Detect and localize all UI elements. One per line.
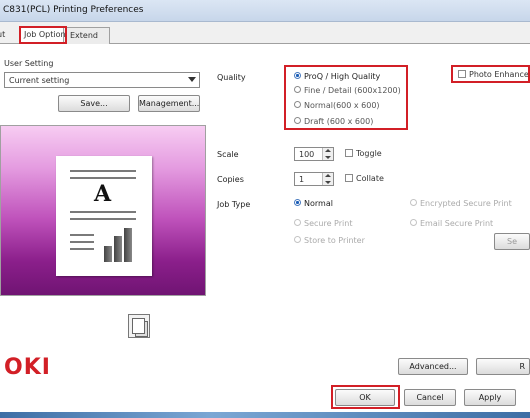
quality-option-draft-label: Draft (600 x 600) [304, 117, 374, 126]
spinner-arrows-icon[interactable] [322, 173, 333, 185]
taskbar-strip [0, 412, 530, 418]
collate-label: Collate [356, 174, 384, 183]
tab-strip: ut Job Options Extend [0, 22, 530, 44]
job-type-encrypted-secure-print[interactable]: Encrypted Secure Print [410, 199, 512, 208]
quality-label: Quality [217, 73, 246, 82]
job-type-settings-button[interactable]: Se [494, 233, 530, 250]
preview-text-line [70, 248, 94, 250]
copies-label: Copies [217, 175, 244, 184]
toggle-checkbox[interactable]: Toggle [345, 148, 382, 158]
quality-option-normal-label: Normal(600 x 600) [304, 101, 380, 110]
job-type-email-label: Email Secure Print [420, 219, 494, 228]
job-type-store-to-printer[interactable]: Store to Printer [294, 236, 365, 245]
preview-text-line [70, 170, 136, 172]
preview-letter-a-icon: A [94, 181, 112, 207]
checkbox-icon [345, 173, 353, 182]
print-preview: A [0, 125, 206, 296]
user-setting-value: Current setting [9, 76, 70, 85]
collate-checkbox[interactable]: Collate [345, 173, 384, 183]
preview-text-line [70, 211, 136, 213]
job-type-secure-label: Secure Print [304, 219, 353, 228]
job-type-encrypted-label: Encrypted Secure Print [420, 199, 512, 208]
tab-setup[interactable]: ut [0, 27, 16, 44]
cancel-button[interactable]: Cancel [404, 389, 456, 406]
window-title: C831(PCL) Printing Preferences [3, 5, 144, 15]
radio-selected-icon [294, 199, 301, 206]
preview-bar-chart-icon [124, 228, 132, 262]
user-setting-label: User Setting [4, 59, 54, 68]
radio-icon [294, 86, 301, 93]
preview-text-line [70, 234, 94, 236]
radio-icon [294, 219, 301, 226]
checkbox-icon [345, 148, 353, 157]
oki-logo: OKI [4, 355, 51, 380]
preview-toggle-icon[interactable] [128, 314, 150, 338]
save-button[interactable]: Save... [58, 95, 130, 112]
spinner-arrows-icon[interactable] [322, 148, 333, 160]
copies-value: 1 [299, 175, 305, 184]
quality-option-fine[interactable]: Fine / Detail (600x1200) [294, 86, 401, 95]
scale-value: 100 [299, 150, 315, 159]
tab-job-options-label: Job Options [24, 30, 70, 39]
copies-stepper[interactable]: 1 [294, 172, 334, 186]
management-button[interactable]: Management... [138, 95, 200, 112]
chevron-down-icon [188, 77, 196, 82]
tab-extend[interactable]: Extend [66, 27, 110, 44]
toggle-label: Toggle [356, 149, 382, 158]
preview-page: A [56, 156, 152, 276]
job-type-normal-label: Normal [304, 199, 333, 208]
radio-selected-icon [294, 72, 301, 79]
quality-option-high-label: ProQ / High Quality [304, 72, 381, 81]
user-setting-dropdown[interactable]: Current setting [4, 72, 200, 88]
photo-enhance-label: Photo Enhance [469, 70, 529, 79]
scale-label: Scale [217, 150, 239, 159]
photo-enhance-checkbox[interactable]: Photo Enhance [458, 69, 529, 79]
job-type-store-label: Store to Printer [304, 236, 365, 245]
radio-icon [410, 199, 417, 206]
tab-setup-label: ut [0, 30, 6, 39]
apply-button[interactable]: Apply [464, 389, 516, 406]
quality-option-draft[interactable]: Draft (600 x 600) [294, 117, 373, 126]
quality-option-fine-label: Fine / Detail (600x1200) [304, 86, 401, 95]
job-type-email-secure-print[interactable]: Email Secure Print [410, 219, 493, 228]
tab-extend-label: Extend [70, 31, 98, 40]
preview-text-line [70, 177, 136, 179]
restore-defaults-button[interactable]: R [476, 358, 530, 375]
tab-job-options[interactable]: Job Options [20, 26, 70, 44]
quality-option-normal[interactable]: Normal(600 x 600) [294, 101, 380, 110]
quality-option-high[interactable]: ProQ / High Quality [294, 72, 380, 81]
job-type-label: Job Type [217, 200, 251, 209]
radio-icon [294, 236, 301, 243]
page-front-icon [132, 318, 145, 334]
job-type-secure-print[interactable]: Secure Print [294, 219, 352, 228]
radio-icon [294, 101, 301, 108]
ok-button[interactable]: OK [335, 389, 395, 406]
scale-stepper[interactable]: 100 [294, 147, 334, 161]
advanced-button[interactable]: Advanced... [398, 358, 468, 375]
preview-text-line [70, 218, 136, 220]
radio-icon [410, 219, 417, 226]
preview-bar-chart-icon [104, 246, 112, 262]
preview-bar-chart-icon [114, 236, 122, 262]
checkbox-icon [458, 69, 466, 78]
title-bar: C831(PCL) Printing Preferences [0, 0, 530, 22]
job-type-normal[interactable]: Normal [294, 199, 333, 208]
preview-text-line [70, 241, 94, 243]
radio-icon [294, 117, 301, 124]
